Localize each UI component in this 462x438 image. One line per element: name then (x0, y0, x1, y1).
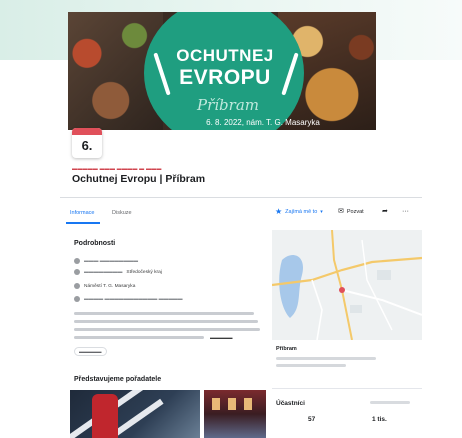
detail-row-organizer: ▬▬▬▬▬▬▬▬ Středočeský kraj (74, 269, 162, 275)
detail-row-location: Náměstí T. G. Masaryka (74, 283, 135, 289)
header-divider (60, 197, 422, 198)
event-title: Ochutnej Evropu | Příbram (72, 173, 206, 185)
event-date-badge: 6. (72, 128, 102, 158)
host-photo[interactable] (204, 390, 266, 438)
detail-location-text[interactable]: Náměstí T. G. Masaryka (84, 284, 135, 289)
details-card (60, 230, 264, 360)
tab-diskuze[interactable]: Diskuze (112, 210, 132, 216)
detail-row-responses: ▬▬▬ ▬▬▬▬▬▬▬▬ (74, 258, 138, 264)
detail-responses-text: ▬▬▬ ▬▬▬▬▬▬▬▬ (84, 258, 139, 264)
map-address-line (276, 364, 346, 367)
cover-script-text: Příbram (197, 96, 259, 114)
details-heading: Podrobnosti (74, 240, 116, 247)
participants-going-count: 57 (308, 416, 316, 423)
invite-button[interactable]: ✉ Pozvat (338, 208, 364, 215)
hosts-heading: Představujeme pořadatele (74, 376, 162, 383)
more-icon: ··· (402, 208, 409, 215)
people-icon (74, 258, 80, 264)
share-icon: ➦ (382, 208, 388, 215)
share-button[interactable]: ➦ (382, 208, 388, 215)
flag-icon (74, 269, 80, 275)
description-line (74, 312, 254, 315)
host-person-figure (92, 394, 118, 438)
map-caption: Příbram (276, 346, 297, 352)
participants-interested-count: 1 tis. (372, 416, 387, 423)
map-graphic (272, 230, 422, 340)
cover-title-line2: EVROPU (179, 66, 271, 89)
event-datetime-line: ▬▬▬▬▬ ▬▬▬ ▬▬▬▬ ▬ ▬▬▬ (72, 166, 162, 172)
participants-heading: Účastníci (276, 400, 305, 407)
location-map[interactable] (272, 230, 422, 340)
map-address-line (276, 357, 376, 360)
envelope-icon: ✉ (338, 208, 344, 215)
interested-label: Zajímá mě to (285, 208, 318, 215)
active-tab-indicator (66, 222, 100, 224)
see-more-link[interactable]: ▬▬▬▬▬ (210, 335, 233, 340)
date-badge-bar (72, 128, 102, 135)
more-button[interactable]: ··· (402, 208, 409, 215)
cover-title-line1: OCHUTNEJ (176, 46, 274, 65)
description-line (74, 336, 204, 339)
category-chip[interactable]: ▬▬▬▬▬ (74, 347, 107, 356)
invite-label: Pozvat (346, 208, 364, 215)
location-pin-icon (74, 283, 80, 289)
detail-organizer-prefix: ▬▬▬▬▬▬▬▬ (84, 269, 123, 275)
globe-icon (74, 296, 80, 302)
description-line (74, 320, 258, 323)
date-badge-day: 6. (81, 138, 93, 153)
chevron-down-icon: ▾ (320, 208, 323, 215)
detail-row-visibility: ▬▬▬▬ ▬▬▬▬▬▬▬▬▬▬▬ ▬▬▬▬▬ (74, 296, 183, 302)
host-photo[interactable] (70, 390, 200, 438)
detail-visibility-text: ▬▬▬▬ ▬▬▬▬▬▬▬▬▬▬▬ ▬▬▬▬▬ (84, 296, 183, 302)
event-cover-image[interactable]: OCHUTNEJ EVROPU Příbram 6. 8. 2022, nám.… (68, 12, 376, 130)
detail-organizer-name[interactable]: Středočeský kraj (126, 270, 161, 275)
interested-button[interactable]: ★ Zajímá mě to ▾ (275, 207, 323, 216)
cover-date-text: 6. 8. 2022, nám. T. G. Masaryka (206, 118, 320, 127)
participants-see-all[interactable] (370, 401, 410, 404)
star-icon: ★ (275, 207, 283, 216)
participants-card (272, 388, 422, 438)
tab-informace[interactable]: Informace (70, 210, 94, 216)
description-line (74, 328, 260, 331)
